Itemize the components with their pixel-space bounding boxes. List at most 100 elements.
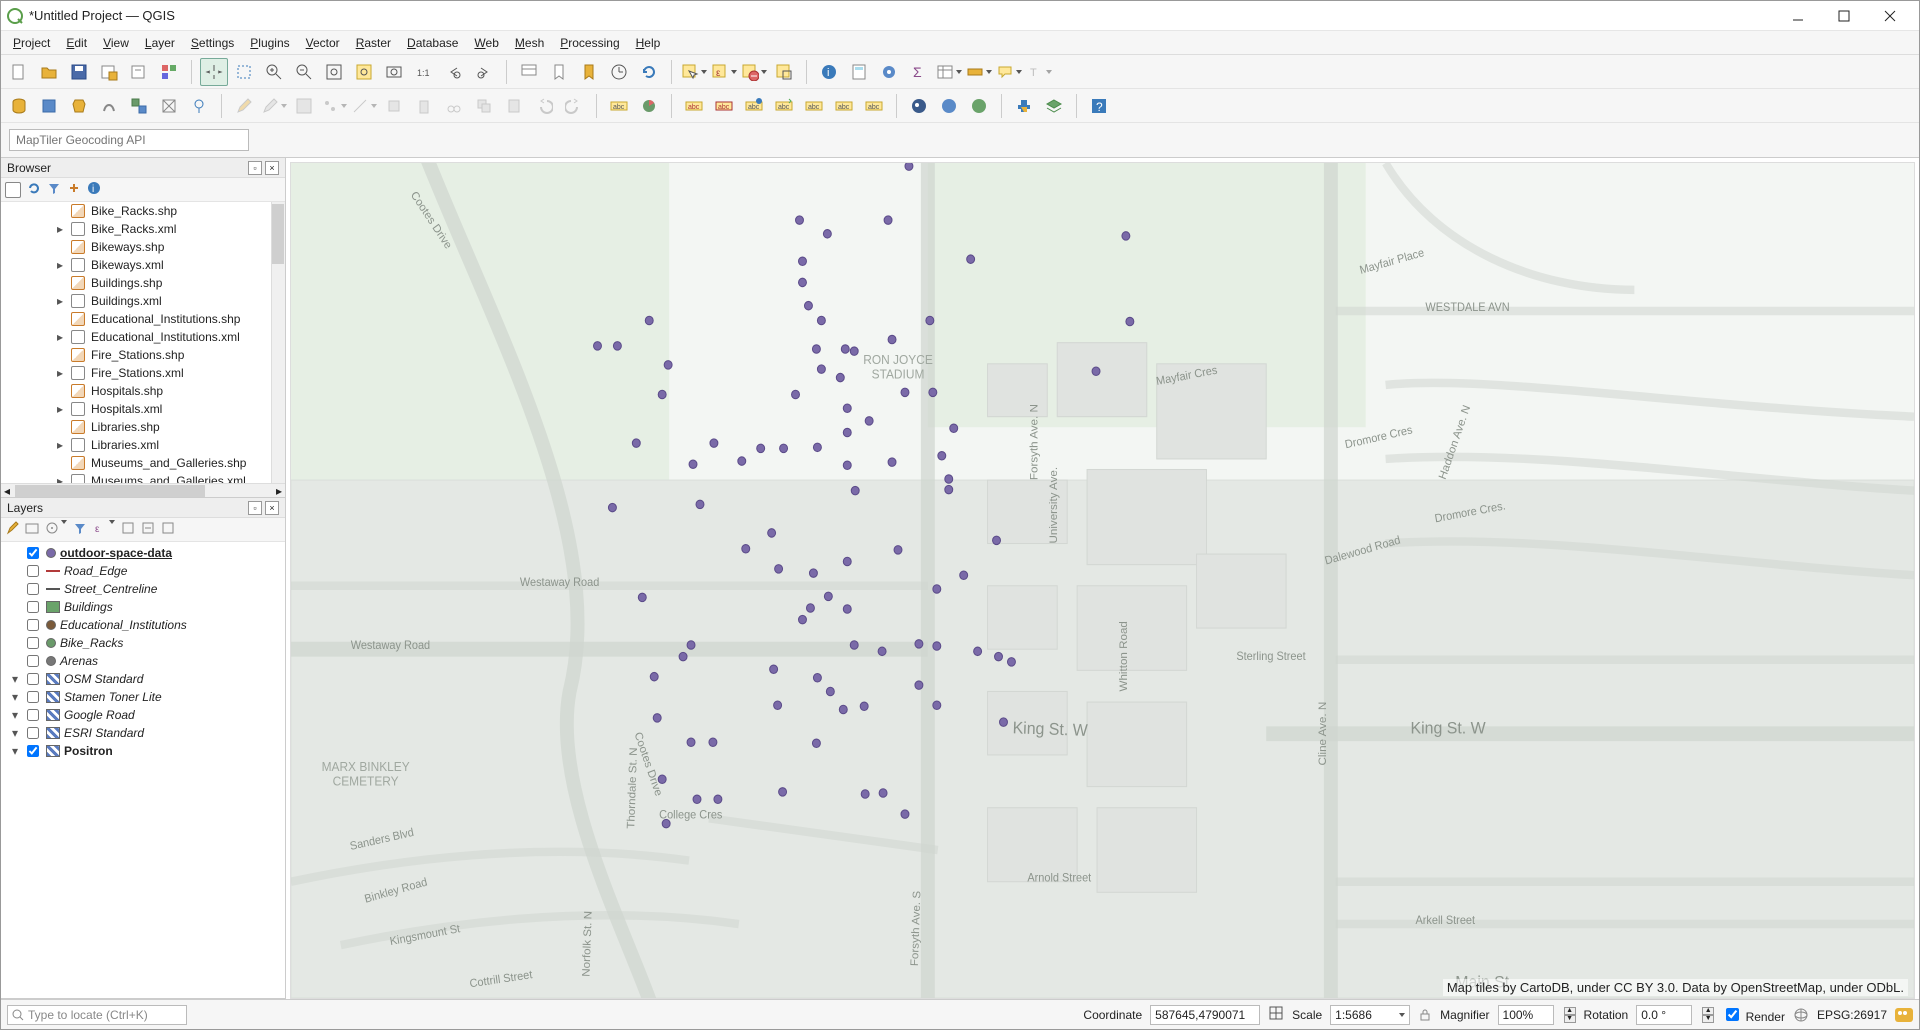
data-point[interactable]	[687, 641, 695, 649]
zoom-native-button[interactable]: 1:1	[410, 58, 438, 86]
panel-undock-button[interactable]: ▫	[248, 501, 262, 515]
data-point[interactable]	[879, 789, 887, 797]
menu-help[interactable]: Help	[628, 34, 669, 52]
layer-visibility-checkbox[interactable]	[27, 655, 39, 667]
plugin-layers-button[interactable]	[1040, 92, 1068, 120]
style-manager-button[interactable]	[155, 58, 183, 86]
layer-visibility-checkbox[interactable]	[27, 619, 39, 631]
zoom-in-button[interactable]	[260, 58, 288, 86]
browser-item[interactable]: ▸Hospitals.xml	[1, 400, 285, 418]
magnifier-field[interactable]: 100%	[1498, 1005, 1554, 1025]
data-point[interactable]	[1000, 718, 1008, 726]
layer-visibility-checkbox[interactable]	[27, 709, 39, 721]
data-point[interactable]	[915, 681, 923, 689]
edit-pencil-button[interactable]	[230, 92, 258, 120]
data-point[interactable]	[933, 585, 941, 593]
layer-visibility-checkbox[interactable]	[27, 745, 39, 757]
data-point[interactable]	[824, 592, 832, 600]
data-point[interactable]	[774, 701, 782, 709]
data-point[interactable]	[945, 475, 953, 483]
browser-item[interactable]: Fire_Stations.shp	[1, 346, 285, 364]
layer-visibility-checkbox[interactable]	[27, 691, 39, 703]
browser-item[interactable]: ▸Educational_Institutions.xml	[1, 328, 285, 346]
map-tips-button[interactable]	[995, 58, 1023, 86]
highlight-pinned-button[interactable]: abc	[680, 92, 708, 120]
open-attribute-table-button[interactable]	[935, 58, 963, 86]
minimize-button[interactable]	[1775, 1, 1821, 31]
measure-button[interactable]	[965, 58, 993, 86]
browser-item[interactable]: Museums_and_Galleries.shp	[1, 454, 285, 472]
data-point[interactable]	[689, 460, 697, 468]
new-gps-layer-button[interactable]	[185, 92, 213, 120]
data-point[interactable]	[738, 457, 746, 465]
panel-close-button[interactable]: ×	[265, 161, 279, 175]
browser-item[interactable]: Libraries.shp	[1, 418, 285, 436]
move-feature-button[interactable]	[380, 92, 408, 120]
data-point[interactable]	[817, 365, 825, 373]
data-point[interactable]	[836, 373, 844, 381]
maximize-button[interactable]	[1821, 1, 1867, 31]
delete-selected-button[interactable]	[410, 92, 438, 120]
zoom-out-button[interactable]	[290, 58, 318, 86]
data-point[interactable]	[905, 163, 913, 170]
data-point[interactable]	[812, 739, 820, 747]
data-point[interactable]	[901, 388, 909, 396]
data-point[interactable]	[967, 255, 975, 263]
crs-label[interactable]: EPSG:26917	[1817, 1008, 1887, 1022]
statistical-summary-button[interactable]: Σ	[905, 58, 933, 86]
menu-database[interactable]: Database	[399, 34, 466, 52]
layer-item[interactable]: outdoor-space-data	[1, 544, 285, 562]
coordinate-field[interactable]: 587645,4790071	[1150, 1005, 1260, 1025]
data-point[interactable]	[938, 452, 946, 460]
data-point[interactable]	[860, 702, 868, 710]
rotate-label-button[interactable]: abc	[800, 92, 828, 120]
layer-visibility-checkbox[interactable]	[27, 637, 39, 649]
collapse-all-icon[interactable]	[141, 521, 155, 538]
pan-to-selection-button[interactable]	[230, 58, 258, 86]
crs-icon[interactable]	[1793, 1007, 1809, 1023]
browser-item[interactable]: Educational_Institutions.shp	[1, 310, 285, 328]
label-diagram-button[interactable]	[635, 92, 663, 120]
help-button[interactable]: ?	[1085, 92, 1113, 120]
data-point[interactable]	[993, 536, 1001, 544]
data-point[interactable]	[995, 652, 1003, 660]
data-point[interactable]	[823, 230, 831, 238]
menu-vector[interactable]: Vector	[298, 34, 348, 52]
data-point[interactable]	[901, 810, 909, 818]
data-point[interactable]	[779, 788, 787, 796]
data-point[interactable]	[804, 301, 812, 309]
rotation-field[interactable]: 0.0 °	[1636, 1005, 1692, 1025]
open-project-button[interactable]	[35, 58, 63, 86]
data-point[interactable]	[894, 546, 902, 554]
data-point[interactable]	[696, 500, 704, 508]
refresh-button[interactable]	[635, 58, 663, 86]
messages-icon[interactable]	[1895, 1008, 1913, 1022]
data-point[interactable]	[813, 443, 821, 451]
menu-layer[interactable]: Layer	[137, 34, 183, 52]
zoom-to-selection-button[interactable]	[350, 58, 378, 86]
filter-legend-icon[interactable]	[73, 521, 87, 538]
annotation-button[interactable]: T	[1025, 58, 1053, 86]
data-point[interactable]	[960, 571, 968, 579]
menu-edit[interactable]: Edit	[58, 34, 95, 52]
browser-item[interactable]: ▸Bike_Racks.xml	[1, 220, 285, 238]
change-label-props-button[interactable]: abc	[830, 92, 858, 120]
browser-item[interactable]: ▸Fire_Stations.xml	[1, 364, 285, 382]
layer-item[interactable]: Arenas	[1, 652, 285, 670]
layer-visibility-checkbox[interactable]	[27, 565, 39, 577]
data-point[interactable]	[865, 417, 873, 425]
data-source-manager-button[interactable]	[5, 92, 33, 120]
collapse-all-icon[interactable]	[67, 181, 81, 198]
select-by-location-button[interactable]	[770, 58, 798, 86]
data-point[interactable]	[915, 640, 923, 648]
lock-icon[interactable]	[1418, 1008, 1432, 1022]
data-point[interactable]	[658, 390, 666, 398]
data-point[interactable]	[843, 605, 851, 613]
data-point[interactable]	[650, 672, 658, 680]
layer-item[interactable]: Bike_Racks	[1, 634, 285, 652]
data-point[interactable]	[798, 257, 806, 265]
data-point[interactable]	[843, 404, 851, 412]
menu-view[interactable]: View	[95, 34, 137, 52]
toggle-extents-icon[interactable]	[1268, 1005, 1284, 1024]
select-features-button[interactable]	[680, 58, 708, 86]
